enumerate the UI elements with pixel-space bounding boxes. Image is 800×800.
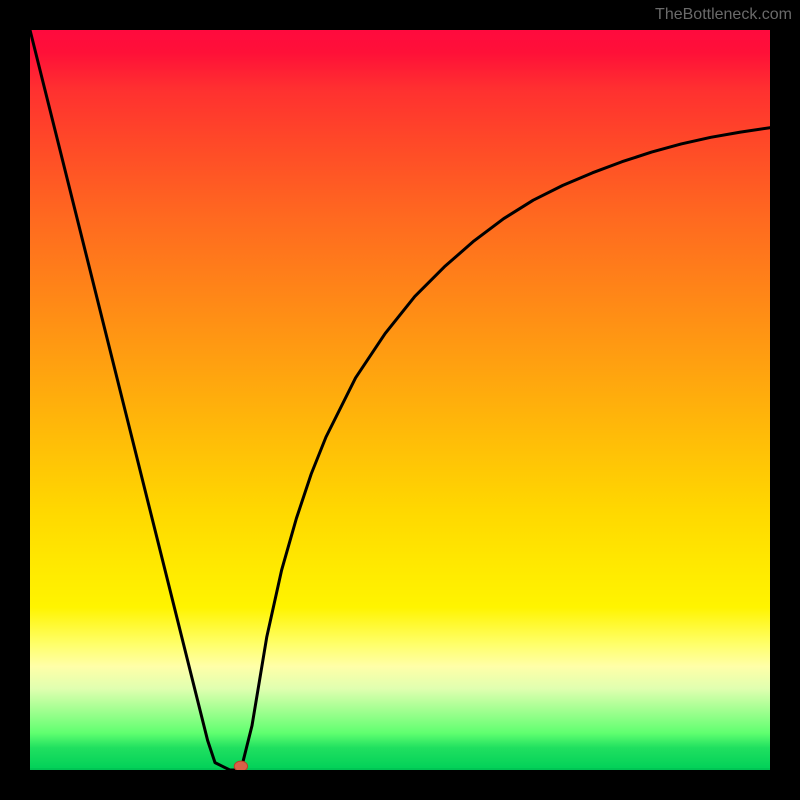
watermark: TheBottleneck.com [655, 6, 792, 24]
chart-frame: TheBottleneck.com [0, 0, 800, 800]
optimal-marker-icon [234, 761, 247, 770]
curve-layer [30, 30, 770, 770]
bottleneck-curve [30, 30, 770, 770]
